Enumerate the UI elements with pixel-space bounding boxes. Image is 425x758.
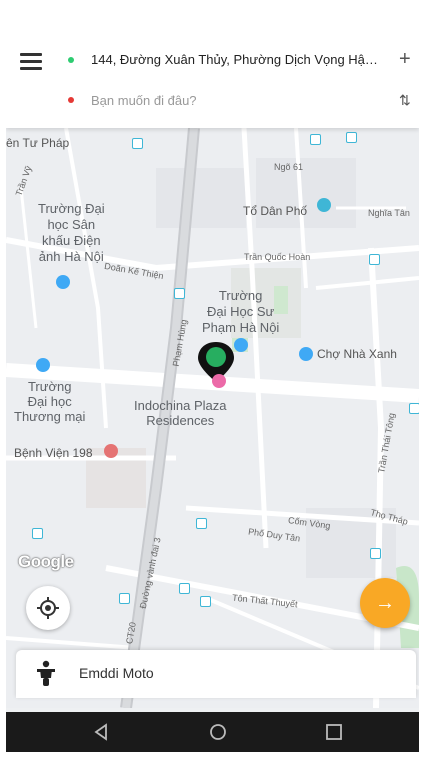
next-arrow-button[interactable]: →: [360, 578, 410, 628]
origin-address[interactable]: 144, Đường Xuân Thủy, Phường Dịch Vọng H…: [91, 52, 381, 67]
map-label-truong-thuong-mai: Trường Đại học Thương mại: [14, 379, 86, 424]
map-label-truong-san-khau: Trường Đại học Sân khấu Điện ảnh Hà Nội: [38, 201, 105, 264]
poi-icon[interactable]: [317, 198, 331, 212]
poi-icon[interactable]: [299, 347, 313, 361]
bus-stop-icon: [200, 596, 211, 607]
map-label-nghia-tan: Nghĩa Tân: [368, 208, 410, 218]
recents-icon[interactable]: [322, 720, 346, 744]
android-nav-bar: [6, 712, 419, 752]
bus-stop-icon: [310, 134, 321, 145]
map-label-tran-quoc-hoan: Trần Quốc Hoàn: [244, 252, 311, 262]
map-label-dhsp: Trường Đại Học Sư Phạm Hà Nội: [202, 288, 280, 335]
add-stop-icon[interactable]: +: [399, 48, 411, 71]
home-icon[interactable]: [206, 720, 230, 744]
map-label-tu-phap: ên Tư Pháp: [6, 136, 70, 150]
app-frame: 144, Đường Xuân Thủy, Phường Dịch Vọng H…: [6, 6, 419, 752]
destination-dot: [68, 97, 74, 103]
map-label-benh-vien: Bệnh Viện 198: [14, 446, 93, 460]
poi-icon[interactable]: [56, 275, 70, 289]
bus-stop-icon: [196, 518, 207, 529]
poi-icon[interactable]: [234, 338, 248, 352]
bus-stop-icon: [32, 528, 43, 539]
motorbike-icon: [37, 660, 55, 686]
swap-icon[interactable]: ⇅: [399, 92, 411, 109]
map-label-ngo-61: Ngõ 61: [274, 162, 304, 172]
bus-stop-icon: [370, 548, 381, 559]
bus-stop-icon: [369, 254, 380, 265]
crosshair-locate-icon: [37, 597, 59, 619]
hamburger-menu-icon[interactable]: [20, 53, 42, 71]
shopping-poi-icon[interactable]: [212, 374, 226, 388]
hospital-poi-icon[interactable]: [104, 444, 118, 458]
bus-stop-icon: [174, 288, 185, 299]
service-name: Emddi Moto: [79, 665, 154, 681]
bus-stop-icon: [179, 583, 190, 594]
origin-dot: [68, 57, 74, 63]
bus-stop-icon: [409, 403, 419, 414]
route-header: 144, Đường Xuân Thủy, Phường Dịch Vọng H…: [6, 6, 419, 128]
back-icon[interactable]: [90, 720, 114, 744]
service-selector[interactable]: Emddi Moto: [16, 650, 416, 698]
map-label-to-dan-pho: Tổ Dân Phố: [243, 204, 308, 218]
bus-stop-icon: [119, 593, 130, 604]
destination-input[interactable]: Bạn muốn đi đâu?: [91, 93, 197, 108]
map-view[interactable]: ên Tư Pháp Trần Vỹ Trường Đại học Sân kh…: [6, 128, 419, 708]
locate-me-button[interactable]: [26, 586, 70, 630]
map-label-cho-nha-xanh: Chợ Nhà Xanh: [317, 347, 397, 361]
bus-stop-icon: [132, 138, 143, 149]
poi-icon[interactable]: [36, 358, 50, 372]
google-logo: Google: [18, 552, 74, 571]
bus-stop-icon: [346, 132, 357, 143]
map-label-indochina: Indochina Plaza Residences: [134, 398, 227, 428]
